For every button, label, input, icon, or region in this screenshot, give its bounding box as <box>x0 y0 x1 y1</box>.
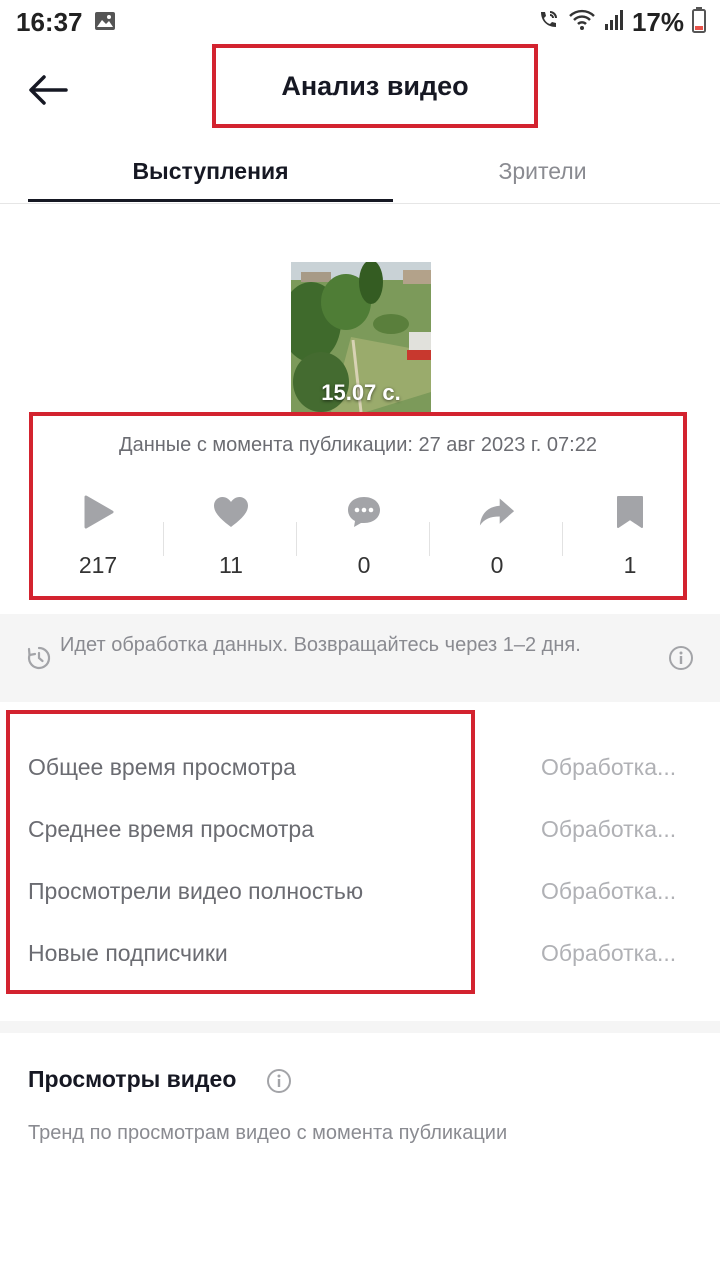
video-thumbnail[interactable]: 15.07 с. <box>291 262 431 412</box>
stat-comments-value: 0 <box>357 552 371 578</box>
battery-icon <box>692 7 706 38</box>
stat-shares-value: 0 <box>490 552 504 578</box>
metric-value: Обработка... <box>541 940 677 966</box>
video-duration: 15.07 с. <box>321 380 401 405</box>
gallery-icon <box>94 11 116 36</box>
stat-saves: 1 <box>565 494 695 594</box>
play-icon <box>80 494 116 530</box>
processing-banner: Идет обработка данных. Возвращайтесь чер… <box>0 614 720 702</box>
share-icon <box>479 494 515 530</box>
publish-date: Данные с момента публикации: 27 авг 2023… <box>119 434 597 456</box>
metric-value: Обработка... <box>541 754 677 780</box>
stat-likes: 11 <box>166 494 296 594</box>
tab-bar: Выступления Зрители <box>0 140 720 204</box>
status-time: 16:37 <box>16 7 83 37</box>
arrow-left-icon <box>29 75 68 105</box>
stat-divider <box>296 522 297 556</box>
tab-viewers[interactable]: Зрители <box>360 140 720 202</box>
stat-divider <box>429 522 430 556</box>
wifi-icon <box>568 8 596 37</box>
heart-icon <box>213 494 249 530</box>
stat-divider <box>163 522 164 556</box>
status-bar: 16:37 17% <box>0 0 720 44</box>
info-icon[interactable] <box>266 1068 292 1099</box>
stat-shares: 0 <box>432 494 562 594</box>
metric-label: Новые подписчики <box>28 940 228 966</box>
metric-row-new-followers: Новые подписчики Обработка... <box>0 940 720 980</box>
stats-summary: Данные с момента публикации: 27 авг 2023… <box>29 412 687 600</box>
metric-label: Среднее время просмотра <box>28 816 314 842</box>
stat-comments: 0 <box>299 494 429 594</box>
metric-value: Обработка... <box>541 816 677 842</box>
page-title: Анализ видео <box>212 44 538 128</box>
section-divider <box>0 1021 720 1033</box>
active-tab-indicator <box>28 199 393 202</box>
metric-label: Общее время просмотра <box>28 754 296 780</box>
bookmark-icon <box>612 494 648 530</box>
back-button[interactable] <box>26 68 70 112</box>
metric-value: Обработка... <box>541 878 677 904</box>
metric-label: Просмотрели видео полностью <box>28 878 364 904</box>
signal-icon <box>604 9 624 36</box>
video-views-subtitle: Тренд по просмотрам видео с момента публ… <box>28 1122 508 1144</box>
stat-views-value: 217 <box>78 552 118 578</box>
processing-text: Идет обработка данных. Возвращайтесь чер… <box>60 634 581 656</box>
stat-divider <box>562 522 563 556</box>
comment-icon <box>346 494 382 530</box>
stat-likes-value: 11 <box>219 552 243 578</box>
video-views-title: Просмотры видео <box>28 1066 237 1092</box>
stat-saves-value: 1 <box>623 552 637 578</box>
metric-row-watched-full: Просмотрели видео полностью Обработка... <box>0 878 720 918</box>
metric-row-total-watch-time: Общее время просмотра Обработка... <box>0 754 720 794</box>
stat-views: 217 <box>33 494 163 594</box>
status-right-group: 17% <box>536 7 706 38</box>
info-icon[interactable] <box>668 645 694 676</box>
wifi-call-icon <box>536 8 560 37</box>
clock-refresh-icon <box>26 645 52 676</box>
tab-performance[interactable]: Выступления <box>28 140 393 202</box>
metric-row-avg-watch-time: Среднее время просмотра Обработка... <box>0 816 720 856</box>
battery-percent: 17% <box>631 7 684 37</box>
